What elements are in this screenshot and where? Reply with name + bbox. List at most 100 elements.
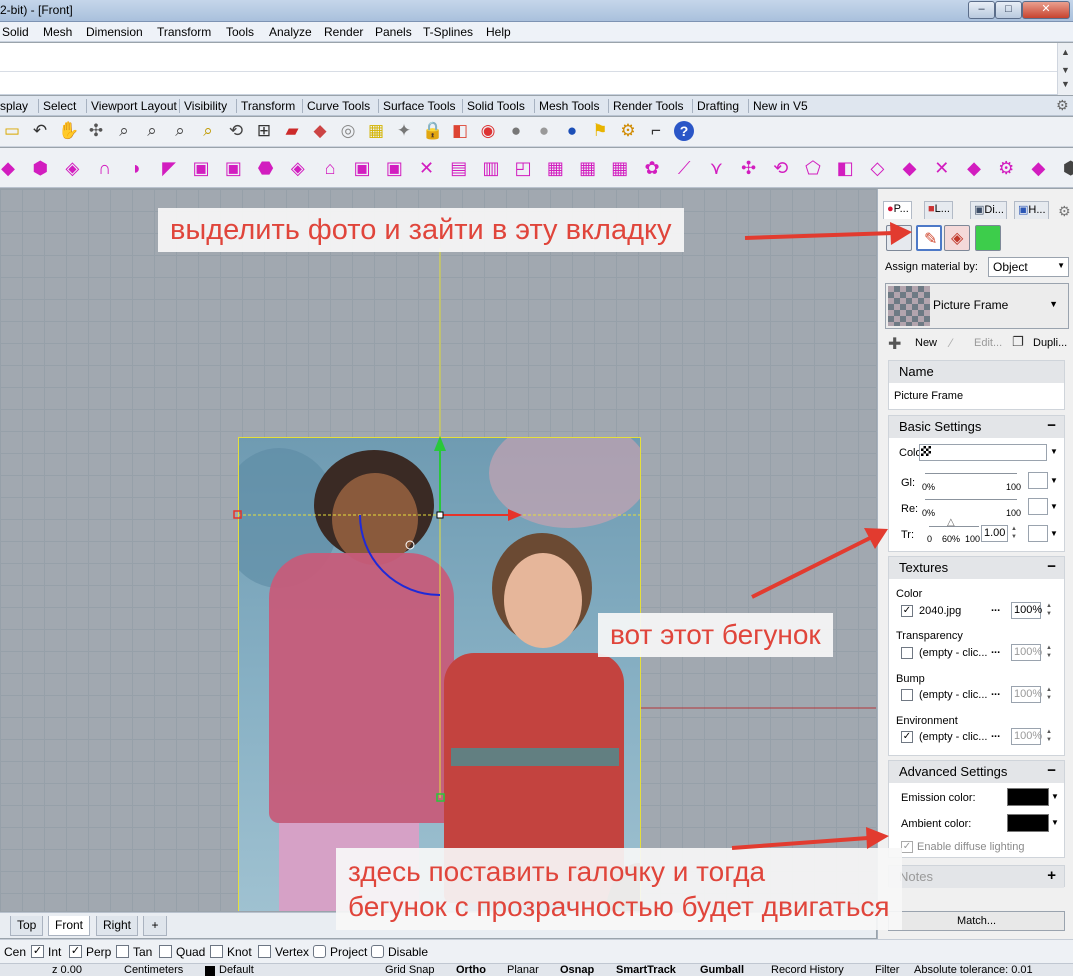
- edit-material-button[interactable]: Edit...: [974, 337, 1002, 349]
- gumball-scale-handle[interactable]: [405, 540, 415, 550]
- material-name-field[interactable]: Picture Frame: [894, 390, 963, 402]
- new-material-button[interactable]: New: [915, 337, 937, 349]
- zoom-window-icon[interactable]: ⌕: [142, 121, 162, 141]
- modeling-tool-icon-6[interactable]: ◤: [159, 158, 179, 178]
- scroll-up-icon[interactable]: ▲: [1061, 47, 1070, 57]
- rotate-icon[interactable]: ✣: [86, 121, 106, 141]
- menu-dimension[interactable]: Dimension: [86, 25, 143, 39]
- osnap-quad-checkbox[interactable]: [159, 945, 172, 958]
- tab-select[interactable]: Select: [38, 99, 76, 113]
- modeling-tool-icon-30[interactable]: ✕: [932, 158, 952, 178]
- new-material-icon[interactable]: ✚: [888, 334, 901, 354]
- tab-layers[interactable]: ■L...: [924, 201, 953, 219]
- status-filter[interactable]: Filter: [875, 964, 899, 976]
- lock-icon[interactable]: 🔒: [422, 121, 443, 141]
- texture-environment-amount[interactable]: 100%: [1011, 728, 1042, 745]
- command-area[interactable]: ▲ ▼ ▼: [0, 43, 1073, 95]
- emission-dropdown-icon[interactable]: ▼: [1051, 792, 1059, 801]
- maximize-button[interactable]: □: [995, 1, 1022, 19]
- texture-bump-spinner[interactable]: ▲ ▼: [1044, 686, 1054, 703]
- texture-color-file[interactable]: 2040.jpg: [919, 605, 961, 617]
- material-tab-button[interactable]: ✎: [916, 225, 942, 251]
- tab-display[interactable]: splay: [0, 99, 28, 113]
- osnap-disable-toggle[interactable]: [371, 945, 384, 958]
- sphere-gray-icon[interactable]: ●: [506, 121, 526, 141]
- transparency-slider-thumb[interactable]: △: [947, 517, 955, 528]
- tab-right-viewport[interactable]: Right: [96, 916, 139, 936]
- tab-render-tools[interactable]: Render Tools: [608, 99, 684, 113]
- tab-solid-tools[interactable]: Solid Tools: [462, 99, 525, 113]
- modeling-tool-icon-25[interactable]: ⟲: [771, 158, 791, 178]
- modeling-tool-icon-8[interactable]: ▣: [223, 158, 243, 178]
- zoom-icon[interactable]: ⌕: [114, 121, 134, 141]
- texture-transparency-amount[interactable]: 100%: [1011, 644, 1042, 661]
- gloss-slider[interactable]: [925, 473, 1017, 474]
- texture-transparency-browse[interactable]: ...: [991, 644, 1000, 656]
- menu-tools[interactable]: Tools: [226, 25, 254, 39]
- osnap-int-checkbox[interactable]: ✓: [31, 945, 44, 958]
- tab-properties[interactable]: ●P...: [883, 201, 912, 219]
- menu-analyze[interactable]: Analyze: [269, 25, 312, 39]
- add-viewport-tab-icon[interactable]: +: [143, 916, 167, 936]
- reflectivity-dropdown-icon[interactable]: ▼: [1050, 502, 1058, 511]
- texture-color-browse[interactable]: ...: [991, 602, 1000, 614]
- modeling-tool-icon-9[interactable]: ⬣: [256, 158, 276, 178]
- modeling-tool-icon-1[interactable]: ◆: [0, 158, 18, 178]
- modeling-tool-icon-16[interactable]: ▥: [481, 158, 501, 178]
- menu-tsplines[interactable]: T-Splines: [423, 25, 473, 39]
- modeling-tool-icon-33[interactable]: ◆: [1028, 158, 1048, 178]
- cplane-icon[interactable]: ◆: [310, 121, 330, 141]
- menu-solid[interactable]: Solid: [2, 25, 29, 39]
- modeling-tool-icon-34[interactable]: ⬢: [1061, 158, 1073, 178]
- modeling-tool-icon-29[interactable]: ◆: [900, 158, 920, 178]
- modeling-tool-icon-31[interactable]: ◆: [964, 158, 984, 178]
- status-layer[interactable]: Default: [219, 964, 254, 976]
- reflectivity-slider[interactable]: [925, 499, 1017, 500]
- tab-curve-tools[interactable]: Curve Tools: [302, 99, 370, 113]
- status-osnap[interactable]: Osnap: [560, 964, 594, 976]
- tab-top-viewport[interactable]: Top: [10, 916, 44, 936]
- modeling-tool-icon-17[interactable]: ◰: [513, 158, 533, 178]
- basic-settings-header[interactable]: Basic Settings −: [889, 416, 1064, 438]
- decals-button[interactable]: [975, 225, 1001, 251]
- texture-mapping-button[interactable]: ◈: [944, 225, 970, 251]
- sphere-render-icon[interactable]: ●: [534, 121, 554, 141]
- ambient-color-swatch[interactable]: [1007, 814, 1049, 832]
- transparency-color[interactable]: [1028, 525, 1048, 542]
- gloss-color[interactable]: [1028, 472, 1048, 489]
- name-section-header[interactable]: Name: [889, 361, 1064, 383]
- circle-icon[interactable]: ◎: [338, 121, 358, 141]
- status-planar[interactable]: Planar: [507, 964, 539, 976]
- texture-bump-browse[interactable]: ...: [991, 686, 1000, 698]
- zoom-selected-icon[interactable]: ⌕: [198, 121, 218, 141]
- osnap-disable-label[interactable]: Disable: [388, 945, 428, 959]
- modeling-tool-icon-23[interactable]: ⋎: [706, 158, 726, 178]
- gumball-y-head[interactable]: [434, 436, 446, 451]
- toolbar-settings-gear-icon[interactable]: ⚙: [1056, 97, 1069, 114]
- transparency-dropdown-icon[interactable]: ▼: [1050, 529, 1058, 538]
- osnap-project-label[interactable]: Project: [330, 945, 367, 959]
- texture-environment-file[interactable]: (empty - clic...: [919, 731, 987, 743]
- modeling-tool-icon-14[interactable]: ✕: [417, 158, 437, 178]
- texture-color-checkbox[interactable]: ✓: [901, 605, 913, 617]
- front-viewport[interactable]: [0, 189, 876, 911]
- modeling-tool-icon-32[interactable]: ⚙: [996, 158, 1016, 178]
- modeling-tool-icon-24[interactable]: ✣: [739, 158, 759, 178]
- color-wheel-icon[interactable]: ◉: [478, 121, 498, 141]
- color-dropdown-icon[interactable]: ▼: [1050, 447, 1058, 456]
- modeling-tool-icon-11[interactable]: ⌂: [320, 158, 340, 178]
- modeling-tool-icon-20[interactable]: ▦: [610, 158, 630, 178]
- modeling-tool-icon-15[interactable]: ▤: [449, 158, 469, 178]
- gumball-x-head[interactable]: [508, 509, 522, 521]
- osnap-int-label[interactable]: Int: [48, 945, 61, 959]
- status-gumball[interactable]: Gumball: [700, 964, 744, 976]
- menu-transform[interactable]: Transform: [157, 25, 211, 39]
- texture-transparency-checkbox[interactable]: [901, 647, 913, 659]
- status-ortho[interactable]: Ortho: [456, 964, 486, 976]
- help-icon[interactable]: ?: [674, 121, 694, 141]
- osnap-tan-label[interactable]: Tan: [133, 945, 152, 959]
- flag-icon[interactable]: ⚑: [590, 121, 610, 141]
- gumball-center[interactable]: [436, 511, 444, 519]
- color-swatch-field[interactable]: [919, 444, 1047, 461]
- advanced-settings-header[interactable]: Advanced Settings −: [889, 761, 1064, 783]
